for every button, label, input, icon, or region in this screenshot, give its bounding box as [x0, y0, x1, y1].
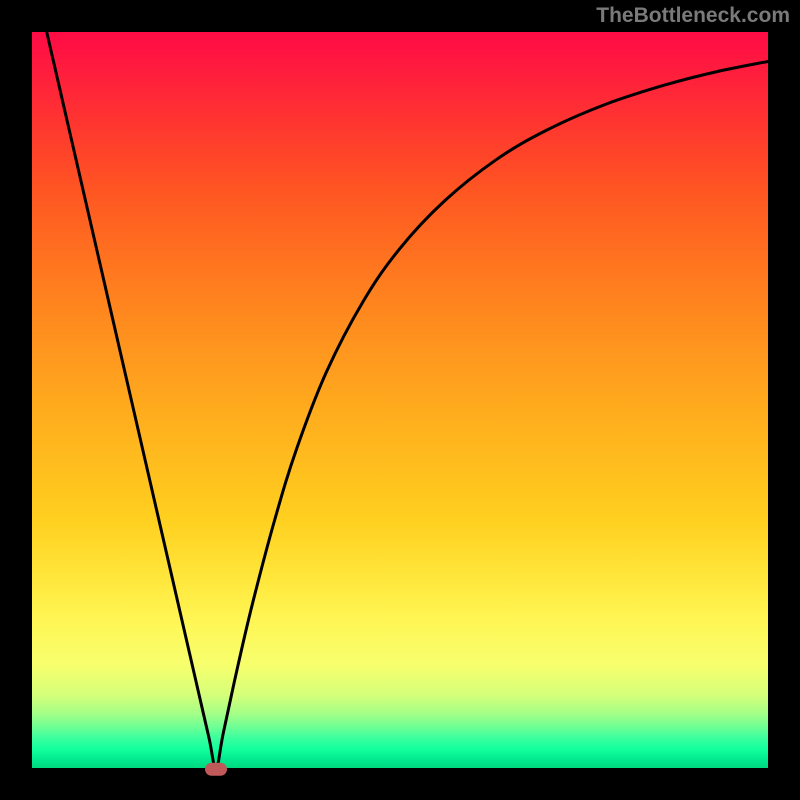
minimum-marker [205, 763, 227, 776]
watermark-text: TheBottleneck.com [596, 4, 790, 28]
chart-container: TheBottleneck.com [0, 0, 800, 800]
bottleneck-curve [32, 32, 768, 768]
plot-area [32, 32, 768, 768]
